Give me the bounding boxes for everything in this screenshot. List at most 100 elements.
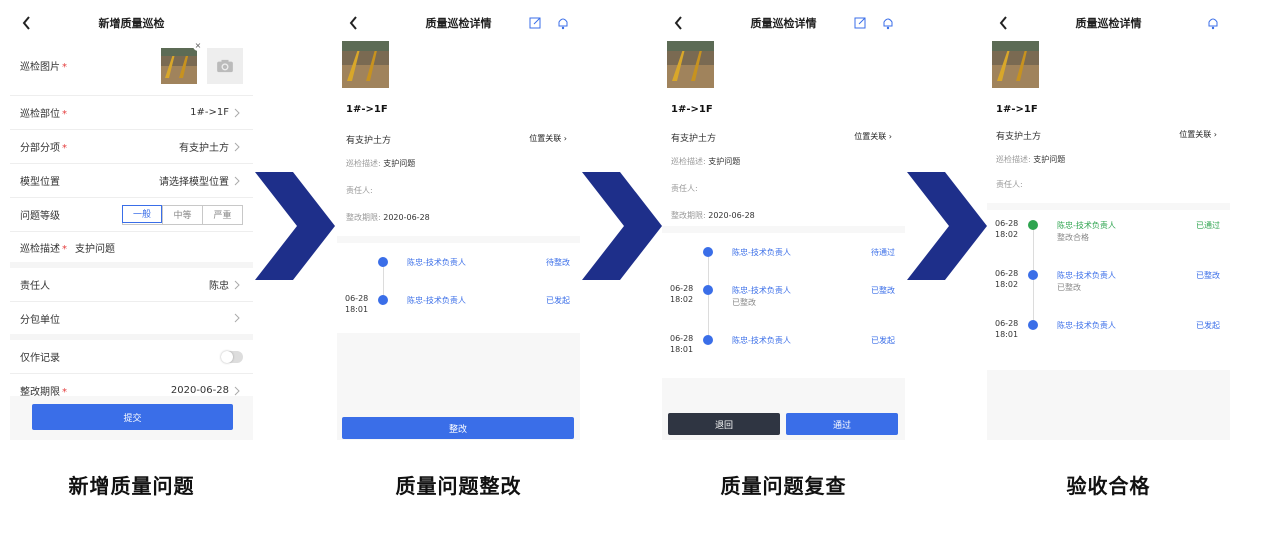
owner-row[interactable]: 责任人 陈忠 [10, 268, 253, 302]
submit-button[interactable]: 提交 [32, 404, 233, 430]
timeline: 陈忠-技术负责人 待整改 06-28 18:01 陈忠-技术负责人 已发起 [337, 243, 580, 333]
timeline-name: 陈忠-技术负责人 [1057, 271, 1116, 280]
nav-bar: 质量巡检详情 [337, 10, 580, 36]
owner-meta: 责任人: [996, 180, 1023, 189]
step-arrow-icon [907, 172, 987, 280]
timeline-dot [1028, 220, 1038, 230]
approve-button[interactable]: 通过 [786, 413, 898, 435]
timeline-time: 06-28 18:02 [670, 284, 694, 304]
section-row: 有支护土方 位置关联 › [996, 129, 1225, 142]
screen-new-inspection: 新增质量巡检 巡检图片 * × 巡检部位 * 1#->1F 分部分项 * 有支护土方 [10, 10, 253, 440]
timeline-time: 06-28 18:01 [345, 294, 369, 314]
model-position-row[interactable]: 模型位置 请选择模型位置 [10, 164, 253, 198]
timeline-status: 已发起 [871, 336, 895, 345]
timeline-status: 已发起 [1196, 321, 1220, 330]
location-relation-link[interactable]: 位置关联 › [1179, 129, 1217, 142]
deadline-value: 2020-06-28 [170, 385, 229, 396]
timeline-name: 陈忠-技术负责人 [1057, 221, 1116, 230]
section-name: 有支护土方 [346, 136, 392, 146]
bell-icon[interactable] [1206, 15, 1220, 30]
screen-review: 质量巡检详情 1#->1F 有支护土方 位置关联 › 巡检描述: 支护问题 责任… [662, 10, 905, 440]
step-arrow-icon [582, 172, 662, 280]
photo-row: 巡检图片 * × [10, 36, 253, 96]
rectify-button[interactable]: 整改 [342, 417, 574, 439]
description-meta: 巡检描述: 支护问题 [346, 159, 416, 168]
description-value[interactable]: 支护问题 [75, 240, 115, 255]
inspection-photo[interactable] [992, 41, 1039, 88]
inspection-photo[interactable] [667, 41, 714, 88]
subcontractor-row[interactable]: 分包单位 [10, 302, 253, 340]
back-arrow-icon[interactable] [672, 14, 686, 32]
subdivision-value: 有支护土方 [179, 143, 229, 154]
timeline-dot [1028, 320, 1038, 330]
caption-step-2: 质量问题整改 [395, 474, 522, 498]
photo-label: 巡检图片 * [20, 62, 67, 73]
timeline-status: 已发起 [546, 296, 570, 305]
timeline-status: 已整改 [1196, 271, 1220, 280]
page-title: 质量巡检详情 [750, 17, 817, 30]
model-position-label: 模型位置 [20, 177, 60, 188]
chevron-right-icon [233, 108, 243, 118]
bell-icon[interactable] [881, 15, 895, 30]
record-only-label: 仅作记录 [20, 353, 60, 364]
edit-icon[interactable] [853, 15, 867, 29]
timeline-dot [378, 295, 388, 305]
back-arrow-icon[interactable] [997, 14, 1011, 32]
timeline-note: 已整改 [732, 298, 756, 307]
page-title: 新增质量巡检 [98, 17, 165, 30]
level-option-medium[interactable]: 中等 [162, 205, 202, 224]
description-meta: 巡检描述: 支护问题 [996, 155, 1066, 164]
record-only-row: 仅作记录 [10, 340, 253, 374]
close-icon[interactable]: × [193, 40, 203, 51]
nav-bar: 质量巡检详情 [662, 10, 905, 36]
chevron-right-icon [233, 280, 243, 290]
description-row[interactable]: 巡检描述 * 支护问题 [10, 232, 253, 268]
timeline-dot [378, 257, 388, 267]
inspection-photo[interactable] [161, 47, 197, 84]
subdivision-row[interactable]: 分部分项 * 有支护土方 [10, 130, 253, 164]
section-row: 有支护土方 位置关联 › [346, 133, 575, 146]
timeline-time: 06-28 18:02 [995, 219, 1019, 239]
location-title: 1#->1F [671, 104, 713, 115]
timeline-dot [703, 335, 713, 345]
location-title: 1#->1F [996, 104, 1038, 115]
owner-meta: 责任人: [671, 184, 698, 193]
timeline-name: 陈忠-技术负责人 [732, 336, 791, 345]
level-option-normal[interactable]: 一般 [122, 204, 162, 223]
screen-rectification: 质量巡检详情 1#->1F 有支护土方 位置关联 › 巡检描述: 支护问题 责任… [337, 10, 580, 440]
location-relation-link[interactable]: 位置关联 › [854, 131, 892, 144]
camera-icon[interactable] [207, 47, 243, 84]
timeline-name: 陈忠-技术负责人 [407, 296, 466, 305]
level-option-severe[interactable]: 严重 [202, 205, 242, 224]
caption-step-4: 验收合格 [1066, 474, 1151, 498]
back-arrow-icon[interactable] [347, 14, 361, 32]
timeline-note: 已整改 [1057, 283, 1081, 292]
timeline: 06-28 18:02 陈忠-技术负责人 整改合格 已通过 06-28 18:02 … [987, 210, 1230, 370]
location-relation-link[interactable]: 位置关联 › [529, 133, 567, 146]
section-name: 有支护土方 [996, 132, 1042, 142]
timeline-note: 整改合格 [1057, 233, 1089, 242]
location-row[interactable]: 巡检部位 * 1#->1F [10, 96, 253, 130]
description-meta: 巡检描述: 支护问题 [671, 157, 741, 166]
timeline-name: 陈忠-技术负责人 [732, 248, 791, 257]
back-arrow-icon[interactable] [20, 14, 34, 32]
bell-icon[interactable] [556, 15, 570, 30]
inspection-photo[interactable] [342, 41, 389, 88]
timeline-name: 陈忠-技术负责人 [1057, 321, 1116, 330]
timeline-status: 已通过 [1196, 221, 1220, 230]
nav-bar: 新增质量巡检 [10, 10, 253, 36]
owner-label: 责任人 [20, 281, 50, 292]
timeline-status: 待整改 [546, 258, 570, 267]
description-label: 巡检描述 * [20, 243, 67, 255]
step-arrow-icon [255, 172, 335, 280]
bottom-bar: 提交 [10, 396, 253, 440]
detail-header: 1#->1F 有支护土方 位置关联 › 巡检描述: 支护问题 责任人: [987, 36, 1230, 203]
timeline-status: 待通过 [871, 248, 895, 257]
section-name: 有支护土方 [671, 134, 717, 144]
detail-header: 1#->1F 有支护土方 位置关联 › 巡检描述: 支护问题 责任人: 整改期限… [337, 36, 580, 236]
record-only-toggle[interactable] [221, 350, 243, 363]
level-selector: 一般 中等 严重 [122, 204, 243, 225]
edit-icon[interactable] [528, 15, 542, 29]
reject-button[interactable]: 退回 [668, 413, 780, 435]
chevron-right-icon [233, 142, 243, 152]
